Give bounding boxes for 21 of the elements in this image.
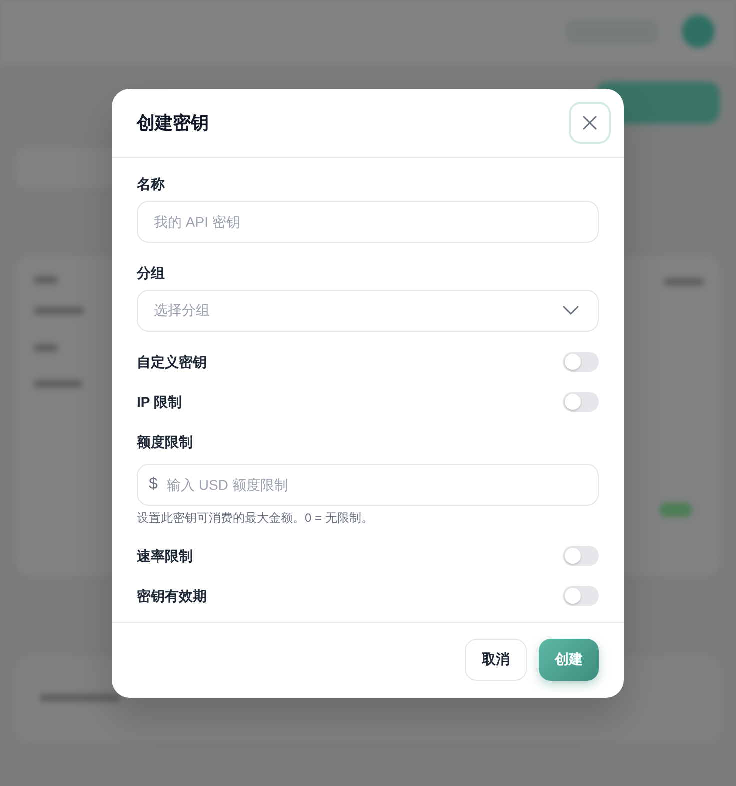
toggle-label: 速率限制 <box>137 546 193 566</box>
currency-symbol: $ <box>149 474 158 494</box>
field-label: 分组 <box>137 264 165 282</box>
toggle-label: IP 限制 <box>137 392 182 412</box>
toggle-switch[interactable] <box>563 352 599 372</box>
name-input-field[interactable]: 我的 API 密钥 <box>137 200 599 242</box>
toggle-switch[interactable] <box>563 586 599 606</box>
toggle-switch[interactable] <box>563 392 599 412</box>
create-button[interactable]: 创建 <box>539 638 599 680</box>
cancel-button[interactable]: 取消 <box>465 638 527 680</box>
toggle-label: 密钥有效期 <box>137 586 207 606</box>
chevron-down-icon <box>563 306 579 315</box>
toggle-label: 自定义密钥 <box>137 352 207 372</box>
close-icon <box>583 116 597 130</box>
field-label: 额度限制 <box>137 432 193 452</box>
helper-text: 设置此密钥可消费的最大金额。0 = 无限制。 <box>137 510 374 526</box>
toggle-switch[interactable] <box>563 546 599 566</box>
field-label: 名称 <box>137 174 165 194</box>
close-button[interactable] <box>569 102 611 144</box>
dialog-title: 创建密钥 <box>137 112 209 134</box>
group-select-dropdown[interactable]: 选择分组 <box>137 290 599 332</box>
